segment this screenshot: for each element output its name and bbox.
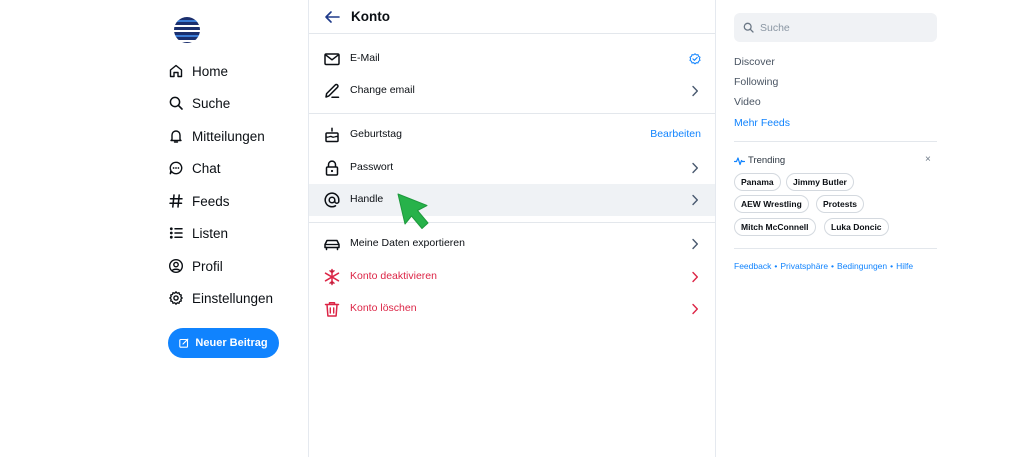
car-export-icon [324, 239, 340, 251]
more-feeds-link[interactable]: Mehr Feeds [734, 117, 790, 129]
nav-label: Suche [192, 95, 231, 111]
new-post-button[interactable]: Neuer Beitrag [168, 328, 279, 358]
chevron-right-icon [692, 303, 698, 315]
trending-pill[interactable]: Protests [816, 195, 865, 213]
snowflake-icon [324, 268, 340, 286]
footer-link-privacy[interactable]: Privatsphäre [780, 261, 828, 271]
nav-feeds[interactable]: Feeds [168, 187, 230, 215]
left-sidebar: Home Suche Mitteilungen Chat Feeds Liste… [0, 0, 308, 457]
trending-pill[interactable]: Mitch McConnell [734, 218, 816, 236]
feed-link-video[interactable]: Video [734, 96, 761, 108]
feed-link-discover[interactable]: Discover [734, 56, 775, 68]
pencil-icon [325, 83, 340, 98]
nav-label: Mitteilungen [192, 128, 265, 144]
row-label: Handle [350, 193, 384, 205]
bell-icon [170, 130, 182, 143]
row-label: Change email [350, 84, 415, 96]
divider [734, 141, 937, 142]
globe-logo-icon [174, 17, 200, 43]
trending-title: Trending [748, 155, 786, 166]
footer-link-help[interactable]: Hilfe [896, 261, 913, 271]
back-arrow-icon[interactable] [323, 9, 341, 25]
edit-birthday-link[interactable]: Bearbeiten [650, 128, 701, 140]
row-export-data[interactable]: Meine Daten exportieren [309, 228, 715, 260]
trending-header: Trending [734, 155, 785, 166]
trending-icon [734, 156, 745, 165]
home-icon [169, 64, 183, 78]
trending-pill[interactable]: AEW Wrestling [734, 195, 809, 213]
row-label: Konto löschen [350, 302, 417, 314]
nav-home[interactable]: Home [168, 57, 228, 85]
row-change-email[interactable]: Change email [309, 75, 715, 107]
row-birthday[interactable]: Geburtstag Bearbeiten [309, 119, 715, 151]
section-divider [309, 113, 715, 114]
search-box[interactable] [734, 13, 937, 42]
trending-pill[interactable]: Jimmy Butler [786, 173, 854, 191]
chat-bubble-icon [169, 161, 183, 175]
footer-separator: • [890, 261, 894, 271]
chevron-right-icon [692, 194, 698, 206]
footer-separator: • [774, 261, 778, 271]
row-deactivate-account[interactable]: Konto deaktivieren [309, 261, 715, 293]
row-label: E-Mail [350, 52, 380, 64]
feed-link-following[interactable]: Following [734, 76, 778, 88]
compose-icon [179, 338, 189, 348]
page-title: Konto [351, 9, 390, 24]
footer-link-feedback[interactable]: Feedback [734, 261, 771, 271]
hash-icon [169, 194, 183, 208]
app-logo[interactable] [171, 14, 203, 46]
trash-icon [324, 301, 340, 317]
user-circle-icon [168, 258, 184, 274]
search-input[interactable] [760, 21, 930, 34]
row-label: Passwort [350, 161, 394, 173]
row-delete-account[interactable]: Konto löschen [309, 293, 715, 325]
list-icon [169, 227, 183, 239]
verified-check-icon [689, 53, 701, 65]
nav-label: Home [192, 63, 229, 79]
at-sign-icon [324, 192, 340, 208]
row-label: Meine Daten exportieren [350, 237, 465, 249]
search-icon [743, 22, 754, 33]
right-sidebar: Discover Following Video Mehr Feeds Tren… [716, 0, 1024, 457]
search-icon [169, 96, 183, 110]
row-password[interactable]: Passwort [309, 152, 715, 184]
footer-links: Feedback • Privatsphäre • Bedingungen • Hilfe [734, 261, 913, 271]
nav-label: Profil [192, 258, 223, 274]
close-trending-button[interactable]: × [925, 154, 931, 165]
nav-profile[interactable]: Profil [168, 252, 223, 280]
chevron-right-icon [692, 271, 698, 283]
nav-notifications[interactable]: Mitteilungen [168, 122, 265, 150]
new-post-label: Neuer Beitrag [195, 337, 268, 349]
row-label: Geburtstag [350, 128, 402, 140]
nav-label: Listen [192, 225, 229, 241]
gear-icon [169, 291, 183, 305]
lock-icon [325, 160, 339, 176]
row-email[interactable]: E-Mail [309, 43, 715, 75]
footer-link-terms[interactable]: Bedingungen [837, 261, 887, 271]
nav-settings[interactable]: Einstellungen [168, 284, 273, 312]
nav-label: Einstellungen [192, 290, 274, 306]
header-bar: Konto [309, 0, 715, 34]
settings-panel: Konto E-Mail Change email Geburtstag Bea… [308, 0, 716, 457]
chevron-right-icon [692, 162, 698, 174]
nav-chat[interactable]: Chat [168, 154, 221, 182]
footer-separator: • [831, 261, 835, 271]
row-label: Konto deaktivieren [350, 270, 437, 282]
cake-icon [325, 127, 339, 143]
trending-pill[interactable]: Panama [734, 173, 781, 191]
divider [734, 248, 937, 249]
mouse-pointer-icon [397, 193, 429, 229]
nav-lists[interactable]: Listen [168, 219, 228, 247]
chevron-right-icon [692, 85, 698, 97]
trending-pill[interactable]: Luka Doncic [824, 218, 889, 236]
row-handle[interactable]: Handle [309, 184, 715, 216]
nav-search[interactable]: Suche [168, 89, 230, 117]
chevron-right-icon [692, 238, 698, 250]
nav-label: Feeds [192, 193, 230, 209]
section-divider [309, 222, 715, 223]
envelope-icon [324, 53, 340, 66]
nav-label: Chat [192, 160, 221, 176]
